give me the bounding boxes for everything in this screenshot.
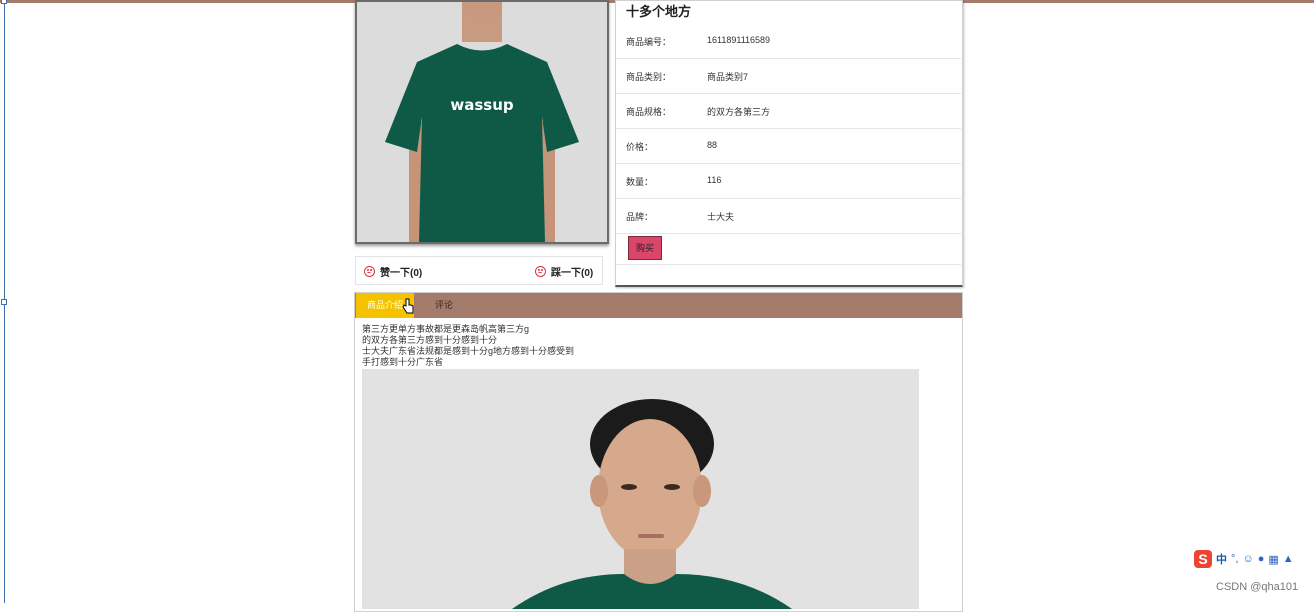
field-label: 商品规格： bbox=[626, 107, 672, 117]
user-icon[interactable]: ▲ bbox=[1283, 553, 1294, 565]
info-row: 价格： 88 bbox=[616, 128, 961, 164]
product-title: 十多个地方 bbox=[626, 4, 692, 19]
field-label: 数量： bbox=[626, 177, 654, 187]
punctuation-icon[interactable]: °, bbox=[1231, 553, 1238, 565]
tab-comments[interactable]: 评论 bbox=[435, 293, 453, 318]
ime-toolbar[interactable]: S 中 °, ☺ ● ▦ ▲ bbox=[1194, 548, 1314, 570]
like-button[interactable]: 赞一下(0) bbox=[364, 264, 422, 279]
field-value: 88 bbox=[707, 140, 718, 150]
info-row: 品牌： 士大夫 bbox=[616, 198, 961, 234]
description-line: 手打感到十分广东省 bbox=[362, 357, 444, 367]
hand-cursor-icon bbox=[402, 298, 414, 319]
ime-mode[interactable]: 中 bbox=[1216, 551, 1227, 567]
description-line: 第三方更单方事故都是更森岛帆高第三方g bbox=[362, 324, 530, 334]
resize-handle-middle[interactable] bbox=[1, 299, 7, 305]
info-row: 商品类别： 商品类别7 bbox=[616, 58, 961, 94]
field-label: 商品编号： bbox=[626, 37, 672, 47]
info-row: 商品规格： 的双方各第三方 bbox=[616, 93, 961, 129]
dislike-label: 踩一下(0) bbox=[551, 268, 594, 279]
frown-icon bbox=[535, 266, 546, 277]
field-value: 的双方各第三方 bbox=[707, 107, 771, 117]
field-value: 商品类别7 bbox=[707, 72, 749, 82]
resize-handle-top[interactable] bbox=[1, 0, 7, 4]
info-row: 商品编号： 1611891116589 bbox=[616, 23, 961, 59]
field-label: 品牌： bbox=[626, 212, 654, 222]
info-row: 数量： 116 bbox=[616, 163, 961, 199]
description-line: 的双方各第三方感到十分感到十分 bbox=[362, 335, 498, 345]
field-value: 士大夫 bbox=[707, 212, 735, 222]
field-label: 商品类别： bbox=[626, 72, 672, 82]
field-value: 116 bbox=[707, 175, 722, 185]
watermark: CSDN @qha101 bbox=[1216, 581, 1299, 593]
emoji-icon[interactable]: ☺ bbox=[1242, 553, 1253, 565]
detail-tab-panel: 商品介绍 评论 第三方更单方事故都是更森岛帆高第三方g 的双方各第三方感到十分感… bbox=[354, 292, 963, 612]
product-info-panel: 十多个地方 商品编号： 1611891116589 商品类别： 商品类别7 商品… bbox=[615, 0, 963, 287]
dislike-button[interactable]: 踩一下(0) bbox=[535, 264, 593, 279]
description-image bbox=[362, 369, 919, 609]
vote-bar: 赞一下(0) 踩一下(0) bbox=[355, 256, 603, 285]
smiley-icon bbox=[364, 266, 375, 277]
keyboard-icon[interactable]: ▦ bbox=[1268, 553, 1278, 566]
tshirt-print-text: wassup bbox=[450, 96, 514, 114]
product-description: 第三方更单方事故都是更森岛帆高第三方g 的双方各第三方感到十分感到十分 士大夫广… bbox=[362, 324, 574, 368]
product-image: wassup bbox=[355, 0, 609, 244]
sogou-logo-icon: S bbox=[1194, 550, 1212, 568]
microphone-icon[interactable]: ● bbox=[1258, 553, 1265, 565]
tab-bar: 商品介绍 评论 bbox=[355, 293, 962, 318]
like-label: 赞一下(0) bbox=[380, 268, 423, 279]
field-label: 价格： bbox=[626, 142, 654, 152]
description-line: 士大夫广东省法规都是感到十分g地方感到十分感受到 bbox=[362, 346, 575, 356]
field-value: 1611891116589 bbox=[707, 35, 771, 45]
buy-row bbox=[616, 233, 961, 265]
